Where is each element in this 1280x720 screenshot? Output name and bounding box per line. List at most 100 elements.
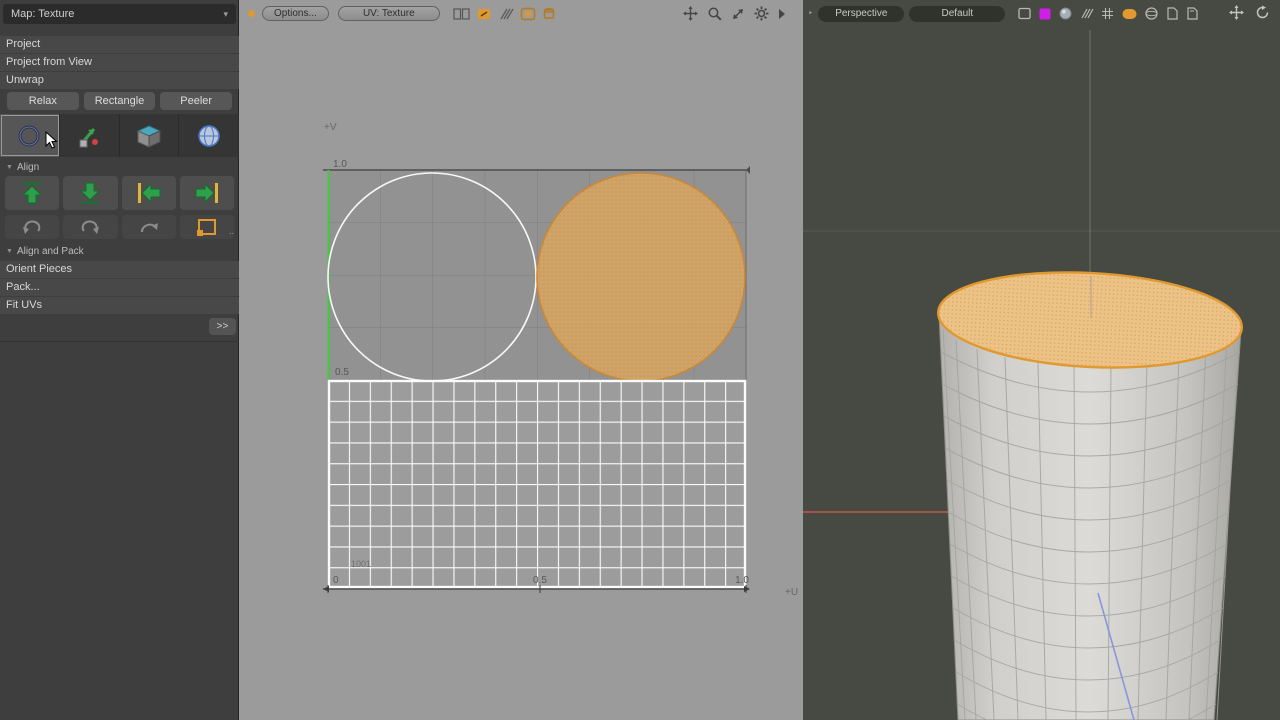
uv-canvas[interactable]: +V 1.0 0.5 0 0.5 1.0 +U 1001	[239, 27, 803, 720]
viewport-layout-icon[interactable]	[1017, 6, 1032, 21]
align-top-arrow-icon	[15, 179, 49, 207]
matcap-sphere-icon[interactable]	[1058, 6, 1073, 21]
shading-mode-dropdown[interactable]: Default	[909, 6, 1005, 22]
pack-region-button[interactable]	[180, 215, 234, 239]
axis-corner-tick	[746, 166, 750, 174]
grid-icon[interactable]	[1100, 6, 1115, 21]
sphere-projection-tool-button[interactable]	[179, 114, 239, 157]
flip-icon	[134, 217, 164, 237]
command-orient-pieces[interactable]: Orient Pieces	[0, 261, 239, 278]
rotate-buttons-row	[0, 215, 239, 239]
align-left-button[interactable]	[122, 176, 176, 210]
align-section-title: Align	[17, 162, 39, 173]
projection-tool-row	[0, 114, 239, 157]
cylinder-toggle-icon[interactable]	[542, 7, 556, 21]
align-and-pack-title: Align and Pack	[17, 246, 84, 257]
mouse-cursor	[45, 131, 59, 149]
viewport-toolbar: ‣ Perspective Default	[803, 0, 1280, 27]
disclosure-triangle-icon: ▼	[6, 248, 13, 255]
viewport-menu-icon[interactable]: ‣	[808, 8, 813, 19]
udim-tile-label: 1001	[351, 559, 371, 569]
expand-panel-button[interactable]: >>	[209, 318, 236, 335]
rotate-cw-button[interactable]	[63, 215, 117, 239]
align-bottom-button[interactable]	[63, 176, 117, 210]
reset-view-icon[interactable]	[1255, 5, 1270, 20]
uv-sphere-icon	[192, 121, 226, 151]
image-toggle-icon[interactable]	[520, 7, 536, 21]
uv-overlay-toggle-icon[interactable]	[476, 7, 492, 21]
uv-command-list: Project Project from View Unwrap	[0, 36, 239, 90]
cube-projection-tool-button[interactable]	[120, 114, 180, 157]
tick-u-1: 1.0	[735, 575, 749, 586]
sphere-outline-icon[interactable]	[1144, 6, 1159, 21]
back-page-icon[interactable]	[1185, 6, 1199, 21]
align-right-button[interactable]	[180, 176, 234, 210]
tick-v-05: 0.5	[335, 367, 349, 378]
uv-island-orange[interactable]	[537, 173, 745, 381]
projection-circle-icon	[12, 121, 46, 151]
front-page-icon[interactable]	[1165, 6, 1179, 21]
tick-u-05: 0.5	[533, 575, 547, 586]
rectangle-button[interactable]: Rectangle	[84, 92, 156, 110]
pan-icon[interactable]	[1229, 5, 1244, 20]
command-pack[interactable]: Pack...	[0, 279, 239, 296]
unwrap-tool-button[interactable]	[60, 114, 120, 157]
command-unwrap[interactable]: Unwrap	[0, 72, 239, 89]
align-overflow-dots[interactable]: ..	[229, 226, 234, 236]
stripes-toggle-icon[interactable]	[498, 7, 514, 21]
uv-texture-preview	[328, 380, 746, 588]
align-section-header[interactable]: ▼ Align	[0, 160, 239, 174]
chevron-down-icon: ▾	[223, 9, 228, 20]
wireframe-color-swatch-icon[interactable]	[1038, 7, 1052, 21]
selection-color-swatch-icon[interactable]	[1121, 7, 1138, 21]
u-axis-label: +U	[785, 587, 798, 598]
relax-button[interactable]: Relax	[7, 92, 79, 110]
viewport-nav-controls	[1229, 5, 1270, 20]
uv-view-controls	[683, 6, 786, 21]
cylinder-body[interactable]	[939, 314, 1241, 720]
shading-mode-label: Default	[941, 8, 973, 19]
camera-mode-label: Perspective	[835, 8, 887, 19]
uv-tool-buttons: Relax Rectangle Peeler	[0, 92, 239, 110]
viewport-canvas[interactable]	[803, 0, 1280, 720]
panel-divider	[0, 341, 239, 342]
uv-map-dropdown[interactable]: UV: Texture	[338, 6, 440, 21]
settings-gear-icon[interactable]	[754, 6, 769, 21]
map-dropdown[interactable]: Map: Texture ▾	[3, 4, 236, 24]
camera-mode-dropdown[interactable]: Perspective	[818, 6, 904, 22]
tick-v-1: 1.0	[333, 159, 347, 170]
options-button[interactable]: Options...	[262, 6, 329, 21]
viewport-3d-pane: ‣ Perspective Default	[803, 0, 1280, 720]
align-top-button[interactable]	[5, 176, 59, 210]
maximize-icon[interactable]	[731, 7, 745, 21]
tick-u-0: 0	[333, 575, 339, 586]
app-window: Map: Texture ▾ Project Project from View…	[0, 0, 1280, 720]
unwrap-tool-icon	[72, 121, 106, 151]
uv-map-dropdown-label: UV: Texture	[363, 8, 415, 19]
split-view-icon[interactable]	[453, 7, 470, 21]
rotate-cw-icon	[75, 217, 105, 237]
zoom-icon[interactable]	[707, 6, 722, 21]
align-and-pack-section-header[interactable]: ▼ Align and Pack	[0, 244, 239, 258]
viewport-display-toggles	[1017, 6, 1199, 21]
align-pack-command-list: Orient Pieces Pack... Fit UVs	[0, 261, 239, 315]
stripes-icon[interactable]	[1079, 6, 1094, 21]
align-left-arrow-icon	[132, 179, 166, 207]
cube-icon	[132, 121, 166, 151]
pan-icon[interactable]	[683, 6, 698, 21]
peeler-button[interactable]: Peeler	[160, 92, 232, 110]
command-fit-uvs[interactable]: Fit UVs	[0, 297, 239, 314]
rotate-ccw-button[interactable]	[5, 215, 59, 239]
flip-button[interactable]	[122, 215, 176, 239]
active-indicator-dot-icon	[248, 10, 255, 17]
command-project[interactable]: Project	[0, 36, 239, 53]
command-project-from-view[interactable]: Project from View	[0, 54, 239, 71]
uv-display-toggles	[453, 7, 556, 21]
v-axis-label: +V	[324, 122, 337, 133]
expand-arrow-icon[interactable]	[778, 8, 786, 20]
map-dropdown-label: Map: Texture	[11, 8, 74, 20]
align-buttons-row	[0, 176, 239, 210]
rotate-ccw-icon	[17, 217, 47, 237]
disclosure-triangle-icon: ▼	[6, 164, 13, 171]
align-bottom-arrow-icon	[73, 179, 107, 207]
